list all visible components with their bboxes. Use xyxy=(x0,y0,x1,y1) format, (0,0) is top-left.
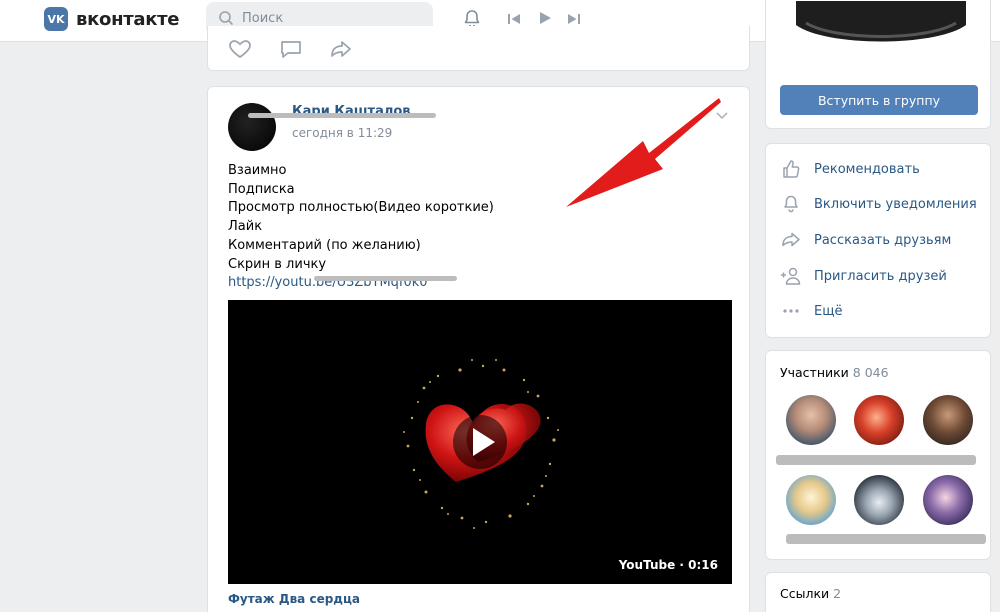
member-names-redaction xyxy=(786,534,986,544)
members-title: Участники xyxy=(780,365,849,380)
play-icon[interactable] xyxy=(536,9,554,27)
member-avatar[interactable] xyxy=(786,395,836,445)
more-icon xyxy=(780,300,802,322)
member-avatar[interactable] xyxy=(854,395,904,445)
thumbs-up-icon xyxy=(780,158,802,180)
links-title: Ссылки xyxy=(780,586,830,601)
invite-friends-item[interactable]: Пригласить друзей xyxy=(780,265,947,287)
post-line: Комментарий (по желанию) xyxy=(228,237,421,253)
tell-friends-label: Рассказать друзьям xyxy=(814,232,952,248)
post-line: Скрин в личку xyxy=(228,256,327,272)
group-cover-image xyxy=(796,1,966,42)
recommend-item[interactable]: Рекомендовать xyxy=(780,158,920,180)
links-card: Ссылки 2 xyxy=(765,572,991,612)
join-group-button[interactable]: Вступить в группу xyxy=(780,85,978,115)
post-line: Взаимно xyxy=(228,163,287,178)
member-avatar[interactable] xyxy=(923,475,973,525)
links-count: 2 xyxy=(833,586,842,601)
recommend-label: Рекомендовать xyxy=(814,161,920,177)
vk-logo-mark: VK xyxy=(44,7,68,31)
author-avatar[interactable] xyxy=(228,103,276,151)
post-card: Кари Кашталов сегодня в 11:29 Взаимно По… xyxy=(207,86,750,612)
bell-icon xyxy=(780,193,802,215)
group-actions-card: Рекомендовать Включить уведомления Расск… xyxy=(765,143,991,338)
share-icon xyxy=(780,229,802,251)
notifications-label: Включить уведомления xyxy=(814,196,977,212)
link-redaction xyxy=(314,276,457,281)
add-user-icon xyxy=(780,265,802,287)
post-line: Лайк xyxy=(228,219,263,235)
search-placeholder: Поиск xyxy=(242,10,284,26)
members-header[interactable]: Участники 8 046 xyxy=(780,365,889,380)
search-icon xyxy=(219,11,233,25)
post-time[interactable]: сегодня в 11:29 xyxy=(292,126,392,140)
member-avatar[interactable] xyxy=(923,395,973,445)
post-line: Просмотр полностью(Видео короткие) xyxy=(228,200,494,216)
more-item[interactable]: Ещё xyxy=(780,300,842,322)
video-player[interactable]: YouTube · 0:16 xyxy=(228,300,732,584)
group-cover-card: Вступить в группу xyxy=(765,0,991,129)
vk-logo-text: вконтакте xyxy=(76,8,180,30)
members-count: 8 046 xyxy=(852,365,889,380)
member-names-redaction xyxy=(776,455,976,465)
member-avatar[interactable] xyxy=(786,475,836,525)
comment-icon[interactable] xyxy=(279,39,303,59)
video-title[interactable]: Футаж Два сердца xyxy=(228,592,360,606)
red-arrow-annotation xyxy=(566,98,721,207)
post-line: Подписка xyxy=(228,181,295,197)
tell-friends-item[interactable]: Рассказать друзьям xyxy=(780,229,951,251)
post-text: Взаимно Подписка Просмотр полностью(Виде… xyxy=(228,162,494,293)
share-icon[interactable] xyxy=(329,39,353,59)
like-icon[interactable] xyxy=(228,39,252,59)
vk-logo[interactable]: VK вконтакте xyxy=(44,7,179,31)
author-redaction xyxy=(248,113,436,118)
links-header[interactable]: Ссылки 2 xyxy=(780,586,841,601)
members-card: Участники 8 046 xyxy=(765,350,991,560)
member-avatar[interactable] xyxy=(854,475,904,525)
notifications-item[interactable]: Включить уведомления xyxy=(780,193,977,215)
more-label: Ещё xyxy=(814,303,843,319)
video-source-label: YouTube · 0:16 xyxy=(618,558,718,572)
previous-post-card xyxy=(207,26,750,71)
video-thumbnail xyxy=(403,359,559,529)
invite-friends-label: Пригласить друзей xyxy=(814,268,947,284)
